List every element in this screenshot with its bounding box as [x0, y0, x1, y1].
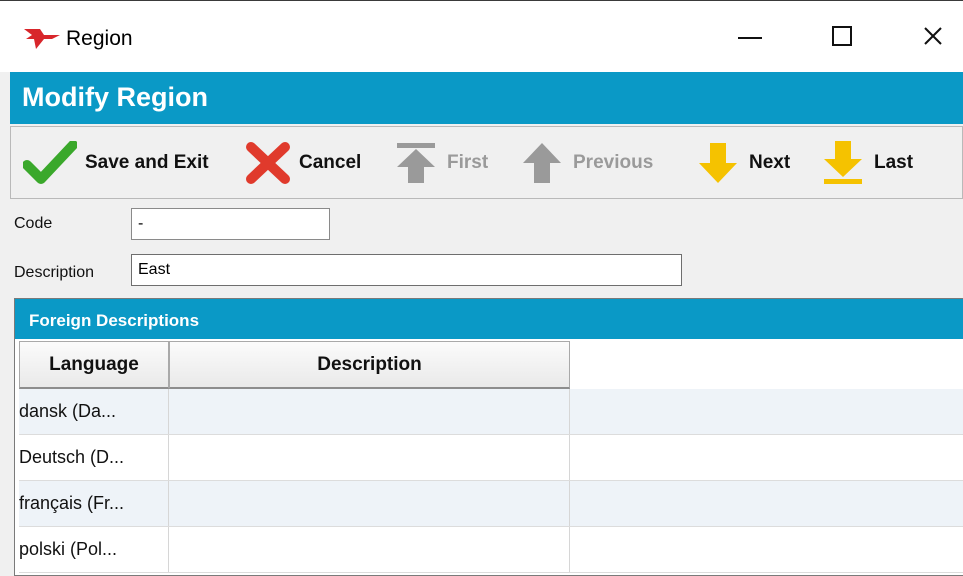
description-cell[interactable] [169, 435, 570, 480]
cancel-x-icon [246, 142, 290, 184]
previous-label: Previous [573, 152, 654, 173]
table-row[interactable]: dansk (Da... [19, 389, 963, 435]
previous-button[interactable]: Previous [519, 137, 653, 189]
next-button[interactable]: Next [695, 137, 790, 189]
foreign-descriptions-header: Foreign Descriptions [15, 299, 963, 339]
close-icon [924, 27, 942, 45]
code-label: Code [14, 215, 53, 232]
app-logo-icon [22, 25, 62, 51]
column-header-language[interactable]: Language [19, 341, 169, 389]
cancel-button[interactable]: Cancel [245, 137, 361, 189]
grid-header-row: Language Description [19, 341, 963, 389]
up-arrow-icon [523, 143, 561, 183]
foreign-descriptions-panel: Foreign Descriptions Language Descriptio… [14, 298, 963, 576]
filler-cell [570, 435, 963, 480]
toolbar: Save and Exit Cancel First Previous Next… [10, 126, 963, 199]
description-cell[interactable] [169, 389, 570, 434]
checkmark-icon [23, 141, 77, 184]
description-cell[interactable] [169, 481, 570, 526]
page-header: Modify Region [10, 72, 963, 124]
page-title: Modify Region [22, 82, 208, 112]
next-label: Next [749, 152, 791, 173]
maximize-button[interactable] [817, 13, 867, 59]
foreign-descriptions-title: Foreign Descriptions [29, 311, 200, 330]
code-input[interactable] [131, 208, 330, 240]
maximize-icon [832, 26, 852, 46]
description-label: Description [14, 264, 95, 281]
language-cell[interactable]: polski (Pol... [19, 527, 169, 572]
save-and-exit-label: Save and Exit [85, 152, 209, 173]
table-row[interactable]: Deutsch (D... [19, 435, 963, 481]
language-cell[interactable]: dansk (Da... [19, 389, 169, 434]
save-and-exit-button[interactable]: Save and Exit [23, 137, 209, 189]
down-arrow-icon [699, 143, 737, 183]
description-cell[interactable] [169, 527, 570, 572]
minimize-icon [738, 37, 762, 39]
last-label: Last [874, 152, 914, 173]
language-cell[interactable]: Deutsch (D... [19, 435, 169, 480]
minimize-button[interactable] [725, 13, 775, 59]
foreign-descriptions-grid: Language Description dansk (Da... Deutsc… [19, 341, 963, 573]
first-button[interactable]: First [393, 137, 488, 189]
close-button[interactable] [908, 13, 958, 59]
window-title: Region [66, 27, 133, 50]
last-arrow-icon [824, 141, 862, 184]
first-arrow-icon [397, 143, 435, 183]
filler-cell [570, 527, 963, 572]
column-header-description[interactable]: Description [169, 341, 570, 389]
window-titlebar: Region [0, 0, 963, 72]
table-row[interactable]: polski (Pol... [19, 527, 963, 573]
last-button[interactable]: Last [820, 137, 913, 189]
filler-cell [570, 389, 963, 434]
first-label: First [447, 152, 489, 173]
cancel-label: Cancel [299, 152, 362, 173]
table-row[interactable]: français (Fr... [19, 481, 963, 527]
filler-cell [570, 481, 963, 526]
description-input[interactable] [131, 254, 682, 286]
language-cell[interactable]: français (Fr... [19, 481, 169, 526]
